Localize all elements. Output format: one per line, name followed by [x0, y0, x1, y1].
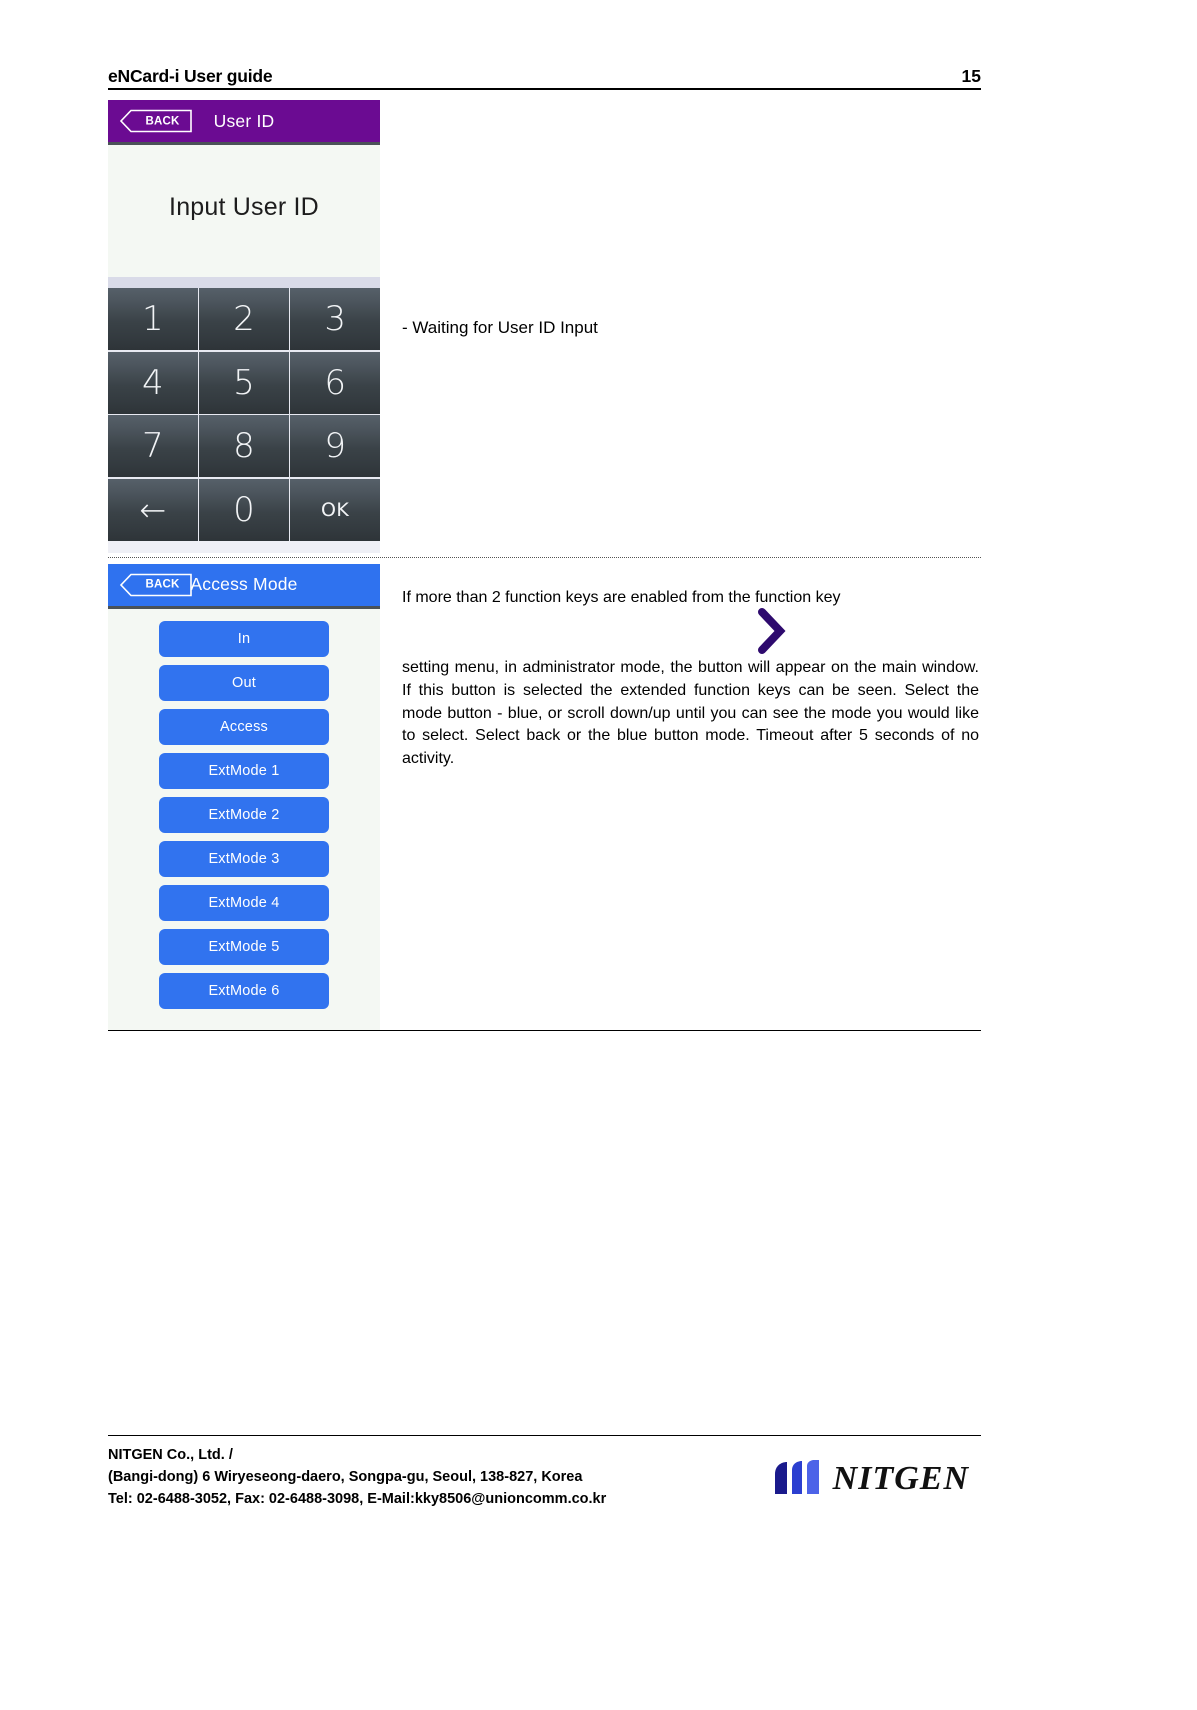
keypad-key-3[interactable]: 3 — [290, 288, 380, 350]
keypad-key-1[interactable]: 1 — [108, 288, 198, 350]
mode-button-in[interactable]: In — [159, 620, 329, 657]
keypad-key-8[interactable]: 8 — [199, 415, 289, 477]
caption-gap-for-icon — [402, 609, 979, 657]
titlebar-user-id: User ID BACK — [108, 100, 380, 145]
keypad-ok-button[interactable]: OK — [290, 478, 380, 541]
keypad-key-2[interactable]: 2 — [199, 288, 289, 350]
user-id-body: Input User ID — [108, 145, 380, 277]
caption-access-mode-body: setting menu, in administrator mode, the… — [402, 659, 979, 768]
figure-row-user-id: User ID BACK Input User ID 1 2 3 4 5 6 7… — [108, 100, 981, 558]
document-title: eNCard-i User guide — [108, 65, 273, 86]
footer-line-company: NITGEN Co., Ltd. / — [108, 1447, 233, 1463]
mode-button-extmode-5[interactable]: ExtMode 5 — [159, 928, 329, 965]
caption-user-id: - Waiting for User ID Input — [402, 318, 598, 337]
back-button-label-user-id: BACK — [145, 115, 180, 127]
keypad-key-4[interactable]: 4 — [108, 351, 198, 414]
caption-access-mode-line1: If more than 2 function keys are enabled… — [402, 588, 841, 606]
nitgen-logo-text: NITGEN — [832, 1460, 969, 1497]
mode-button-extmode-6[interactable]: ExtMode 6 — [159, 972, 329, 1009]
keypad-key-6[interactable]: 6 — [290, 351, 380, 414]
page-header: eNCard-i User guide 15 — [108, 56, 981, 90]
mode-button-extmode-2[interactable]: ExtMode 2 — [159, 796, 329, 833]
keypad-key-9[interactable]: 9 — [290, 415, 380, 477]
keypad-backspace-icon[interactable]: ← — [108, 478, 198, 541]
numeric-keypad: 1 2 3 4 5 6 7 8 9 ← 0 OK — [108, 288, 380, 541]
back-button-user-id[interactable]: BACK — [120, 109, 192, 133]
keypad-bottom-strip — [108, 540, 380, 553]
footer-content: NITGEN Co., Ltd. / (Bangi-dong) 6 Wiryes… — [108, 1436, 981, 1510]
mode-button-extmode-1[interactable]: ExtMode 1 — [159, 752, 329, 789]
titlebar-access-mode: Access Mode BACK — [108, 563, 380, 609]
keypad-top-strip — [108, 277, 380, 288]
keypad-key-7[interactable]: 7 — [108, 415, 198, 477]
mode-button-access[interactable]: Access — [159, 708, 329, 745]
nitgen-logo-mark-icon — [774, 1460, 819, 1494]
device-screen-access-mode: Access Mode BACK In Out Access ExtMode 1… — [108, 563, 380, 1030]
mode-button-extmode-3[interactable]: ExtMode 3 — [159, 840, 329, 877]
figure-row-access-mode: Access Mode BACK In Out Access ExtMode 1… — [108, 563, 981, 1031]
footer-line-address: (Bangi-dong) 6 Wiryeseong-daero, Songpa-… — [108, 1469, 583, 1486]
page-number: 15 — [961, 65, 981, 86]
back-button-access-mode[interactable]: BACK — [120, 573, 192, 596]
device-screen-user-id: User ID BACK Input User ID 1 2 3 4 5 6 7… — [108, 100, 380, 553]
mode-button-extmode-4[interactable]: ExtMode 4 — [159, 884, 329, 921]
back-button-label-access-mode: BACK — [145, 578, 180, 591]
mode-button-out[interactable]: Out — [159, 664, 329, 701]
footer-company-info: NITGEN Co., Ltd. / (Bangi-dong) 6 Wiryes… — [108, 1444, 606, 1510]
keypad-key-0[interactable]: 0 — [199, 478, 289, 541]
user-id-prompt: Input User ID — [169, 193, 319, 221]
keypad-key-5[interactable]: 5 — [199, 351, 289, 414]
footer-line-contact: Tel: 02-6488-3052, Fax: 02-6488-3098, E-… — [108, 1491, 607, 1508]
caption-access-mode: If more than 2 function keys are enabled… — [380, 564, 981, 771]
access-mode-list[interactable]: In Out Access ExtMode 1 ExtMode 2 ExtMod… — [108, 608, 380, 1030]
page-footer: NITGEN Co., Ltd. / (Bangi-dong) 6 Wiryes… — [108, 1435, 981, 1510]
page-content: User ID BACK Input User ID 1 2 3 4 5 6 7… — [108, 100, 981, 1031]
nitgen-logo: NITGEN — [771, 1444, 981, 1498]
